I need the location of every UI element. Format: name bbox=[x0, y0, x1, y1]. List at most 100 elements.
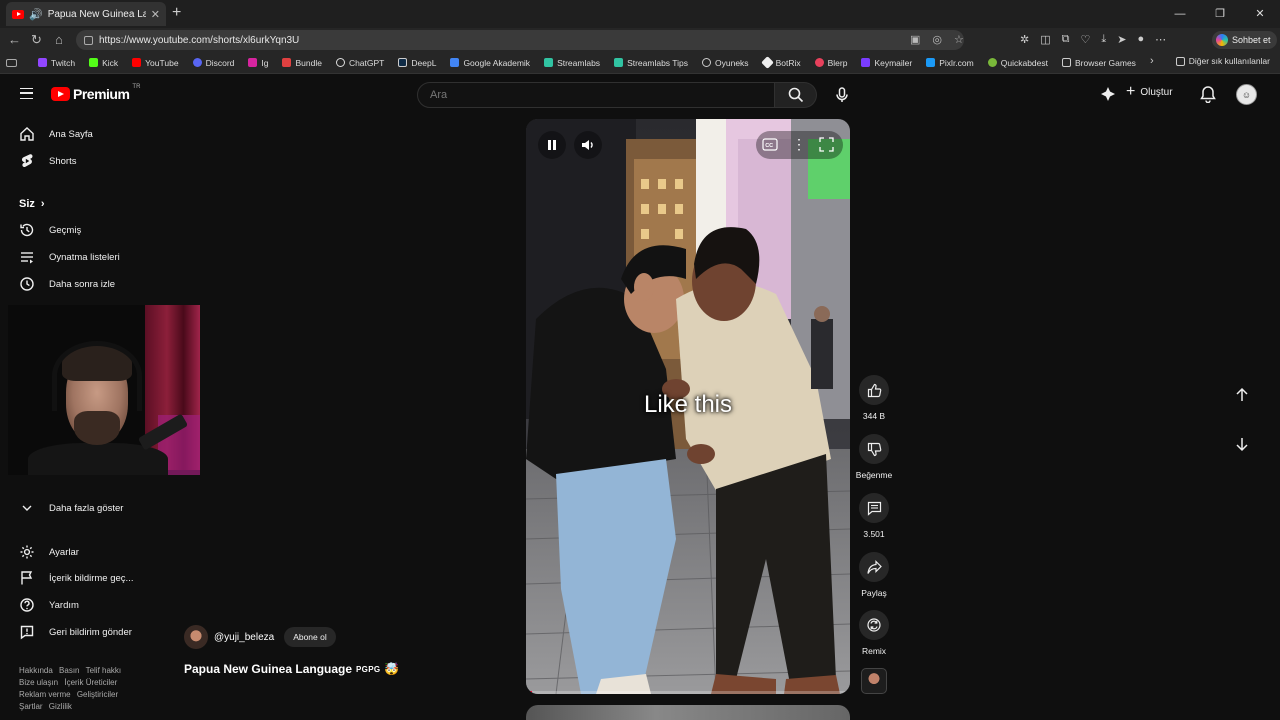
share-button[interactable]: Paylaş bbox=[852, 552, 896, 598]
sidebar-item-feedback[interactable]: Geri bildirim gönder bbox=[4, 619, 156, 645]
sidebar-item-history[interactable]: Geçmiş bbox=[4, 217, 156, 243]
remix-button[interactable]: Remix bbox=[852, 610, 896, 656]
fullscreen-icon[interactable] bbox=[819, 137, 834, 157]
sidebar-item-watch-later[interactable]: Daha sonra izle bbox=[4, 271, 156, 297]
bookmark-oyuneks[interactable]: Oyuneks bbox=[695, 58, 756, 68]
app-available-icon[interactable]: ▣ bbox=[910, 33, 920, 46]
channel-handle[interactable]: @yuji_beleza bbox=[214, 632, 274, 643]
url-text[interactable]: https://www.youtube.com/shorts/xl6urkYqn… bbox=[99, 35, 299, 46]
bookmark-bundle[interactable]: Bundle bbox=[275, 58, 328, 68]
channel-avatar[interactable] bbox=[184, 625, 208, 649]
subscribe-button[interactable]: Abone ol bbox=[284, 627, 336, 647]
restore-icon[interactable]: ❐ bbox=[1200, 0, 1240, 28]
footer-link-terms[interactable]: Şartlar bbox=[19, 702, 43, 711]
bookmark-streamlabs-tips[interactable]: Streamlabs Tips bbox=[607, 58, 695, 68]
sidebar-item-report-history[interactable]: İçerik bildirme geç... bbox=[4, 565, 156, 591]
more-options-icon[interactable]: ⋮ bbox=[792, 137, 806, 151]
bookmark-chatgpt[interactable]: ChatGPT bbox=[329, 58, 391, 68]
split-screen-icon[interactable]: ◫ bbox=[1040, 33, 1050, 46]
next-short-preview[interactable] bbox=[526, 705, 850, 720]
footer-link-press[interactable]: Basın bbox=[59, 666, 79, 675]
more-menu-icon[interactable]: ⋯ bbox=[1155, 33, 1166, 46]
next-short-button[interactable] bbox=[1227, 429, 1257, 459]
voice-search-button[interactable] bbox=[829, 82, 855, 108]
extension-icon[interactable]: ✲ bbox=[1020, 33, 1029, 46]
sidebar-item-home[interactable]: Ana Sayfa bbox=[4, 121, 156, 147]
footer-link-copyright[interactable]: Telif hakkı bbox=[86, 666, 122, 675]
captions-icon[interactable]: CC bbox=[762, 138, 778, 156]
copilot-button[interactable]: Sohbet et bbox=[1212, 31, 1277, 49]
remix-label: Remix bbox=[861, 646, 887, 656]
browser-tab[interactable]: 🔊 Papua New Guinea Language ✕ bbox=[6, 2, 166, 26]
other-bookmarks[interactable]: Diğer sık kullanılanlar bbox=[1175, 56, 1270, 66]
bookmark-google-akademik[interactable]: Google Akademik bbox=[443, 58, 537, 68]
footer-link-advertise[interactable]: Reklam verme bbox=[19, 690, 71, 699]
sidebar-show-more[interactable]: Daha fazla göster bbox=[4, 495, 156, 521]
bookmark-browser-games[interactable]: Browser Games bbox=[1055, 58, 1143, 68]
bookmark-streamlabs[interactable]: Streamlabs bbox=[537, 58, 607, 68]
bookmark-deepl[interactable]: DeepL bbox=[391, 58, 443, 68]
dislike-button[interactable]: Beğenme bbox=[852, 434, 896, 480]
svg-text:CC: CC bbox=[765, 143, 773, 149]
sidebar-section-you[interactable]: Siz › bbox=[19, 198, 45, 210]
share-browser-icon[interactable]: ➤ bbox=[1117, 33, 1126, 46]
notifications-bell-icon[interactable] bbox=[1200, 85, 1216, 108]
comments-button[interactable]: 3.501 bbox=[852, 493, 896, 539]
search-button[interactable] bbox=[775, 82, 817, 108]
downloads-icon[interactable]: ⤓ bbox=[1101, 33, 1106, 46]
minimize-icon[interactable]: — bbox=[1160, 0, 1200, 28]
sidebar-item-help[interactable]: Yardım bbox=[4, 592, 156, 618]
create-button[interactable]: + Oluştur bbox=[1126, 83, 1173, 101]
collections-icon[interactable]: ⧉ bbox=[1062, 33, 1070, 46]
previous-short-button[interactable] bbox=[1227, 380, 1257, 410]
refresh-icon[interactable]: ↻ bbox=[31, 32, 42, 48]
menu-icon[interactable] bbox=[20, 88, 33, 99]
video-title[interactable]: Papua New Guinea Language PGPG 🤯 bbox=[184, 662, 399, 676]
bookmark-keymailer[interactable]: Keymailer bbox=[854, 58, 919, 68]
footer-link-about[interactable]: Hakkında bbox=[19, 666, 53, 675]
bookmark-kick[interactable]: Kick bbox=[82, 58, 125, 68]
bookmark-quickabdest[interactable]: Quickabdest bbox=[981, 58, 1055, 68]
tab-actions-icon[interactable] bbox=[6, 58, 17, 67]
footer-link-privacy[interactable]: Gizlilik bbox=[49, 702, 72, 711]
tracking-icon[interactable]: ◎ bbox=[932, 33, 942, 46]
bookmark-discord[interactable]: Discord bbox=[186, 58, 242, 68]
bookmark-twitch[interactable]: Twitch bbox=[31, 58, 82, 68]
pause-button[interactable] bbox=[538, 131, 566, 159]
bookmark-blerp[interactable]: Blerp bbox=[808, 58, 855, 68]
url-field[interactable]: https://www.youtube.com/shorts/xl6urkYqn… bbox=[76, 30, 964, 50]
back-icon[interactable]: ← bbox=[8, 32, 21, 47]
bookmark-pixlr[interactable]: Pixlr.com bbox=[919, 58, 980, 68]
shorts-player[interactable]: CC ⋮ Like this bbox=[526, 119, 850, 694]
sidebar-item-shorts[interactable]: Shorts bbox=[4, 148, 156, 174]
footer-link-contact[interactable]: Bize ulaşın bbox=[19, 678, 58, 687]
speaker-icon[interactable]: 🔊 bbox=[29, 8, 43, 21]
bookmarks-overflow-icon[interactable]: › bbox=[1150, 55, 1154, 67]
volume-button[interactable] bbox=[574, 131, 602, 159]
feedback-icon bbox=[20, 625, 34, 640]
account-avatar[interactable]: ☺ bbox=[1236, 84, 1257, 105]
new-tab-icon[interactable]: + bbox=[172, 4, 181, 22]
bookmark-botrix[interactable]: BotRix bbox=[756, 56, 808, 69]
footer-link-creators[interactable]: İçerik Üreticiler bbox=[64, 678, 117, 687]
sidebar-item-playlists[interactable]: Oynatma listeleri bbox=[4, 244, 156, 270]
bookmark-youtube[interactable]: YouTube bbox=[125, 58, 185, 68]
sidebar-item-settings[interactable]: Ayarlar bbox=[4, 539, 156, 565]
footer-link-developers[interactable]: Geliştiriciler bbox=[77, 690, 118, 699]
extension-sparkle-icon[interactable] bbox=[1099, 85, 1117, 108]
like-button[interactable]: 344 B bbox=[852, 375, 896, 421]
browser-essentials-icon[interactable]: ♡ bbox=[1080, 33, 1090, 46]
sound-source-avatar[interactable] bbox=[861, 668, 887, 694]
search-input[interactable] bbox=[430, 89, 750, 101]
video-title-tag: PGPG bbox=[356, 664, 381, 674]
tab-close-icon[interactable]: ✕ bbox=[151, 8, 160, 21]
video-progress-bar[interactable] bbox=[526, 691, 850, 694]
blerp-icon bbox=[814, 58, 824, 67]
bookmark-ig[interactable]: Ig bbox=[241, 58, 275, 68]
youtube-premium-logo[interactable]: Premium TR bbox=[51, 84, 140, 102]
favorite-star-icon[interactable]: ☆ bbox=[954, 33, 964, 46]
profile-icon[interactable]: ● bbox=[1137, 33, 1144, 46]
close-window-icon[interactable]: ✕ bbox=[1240, 0, 1280, 28]
home-icon[interactable]: ⌂ bbox=[55, 32, 63, 47]
site-info-icon[interactable] bbox=[84, 35, 93, 45]
